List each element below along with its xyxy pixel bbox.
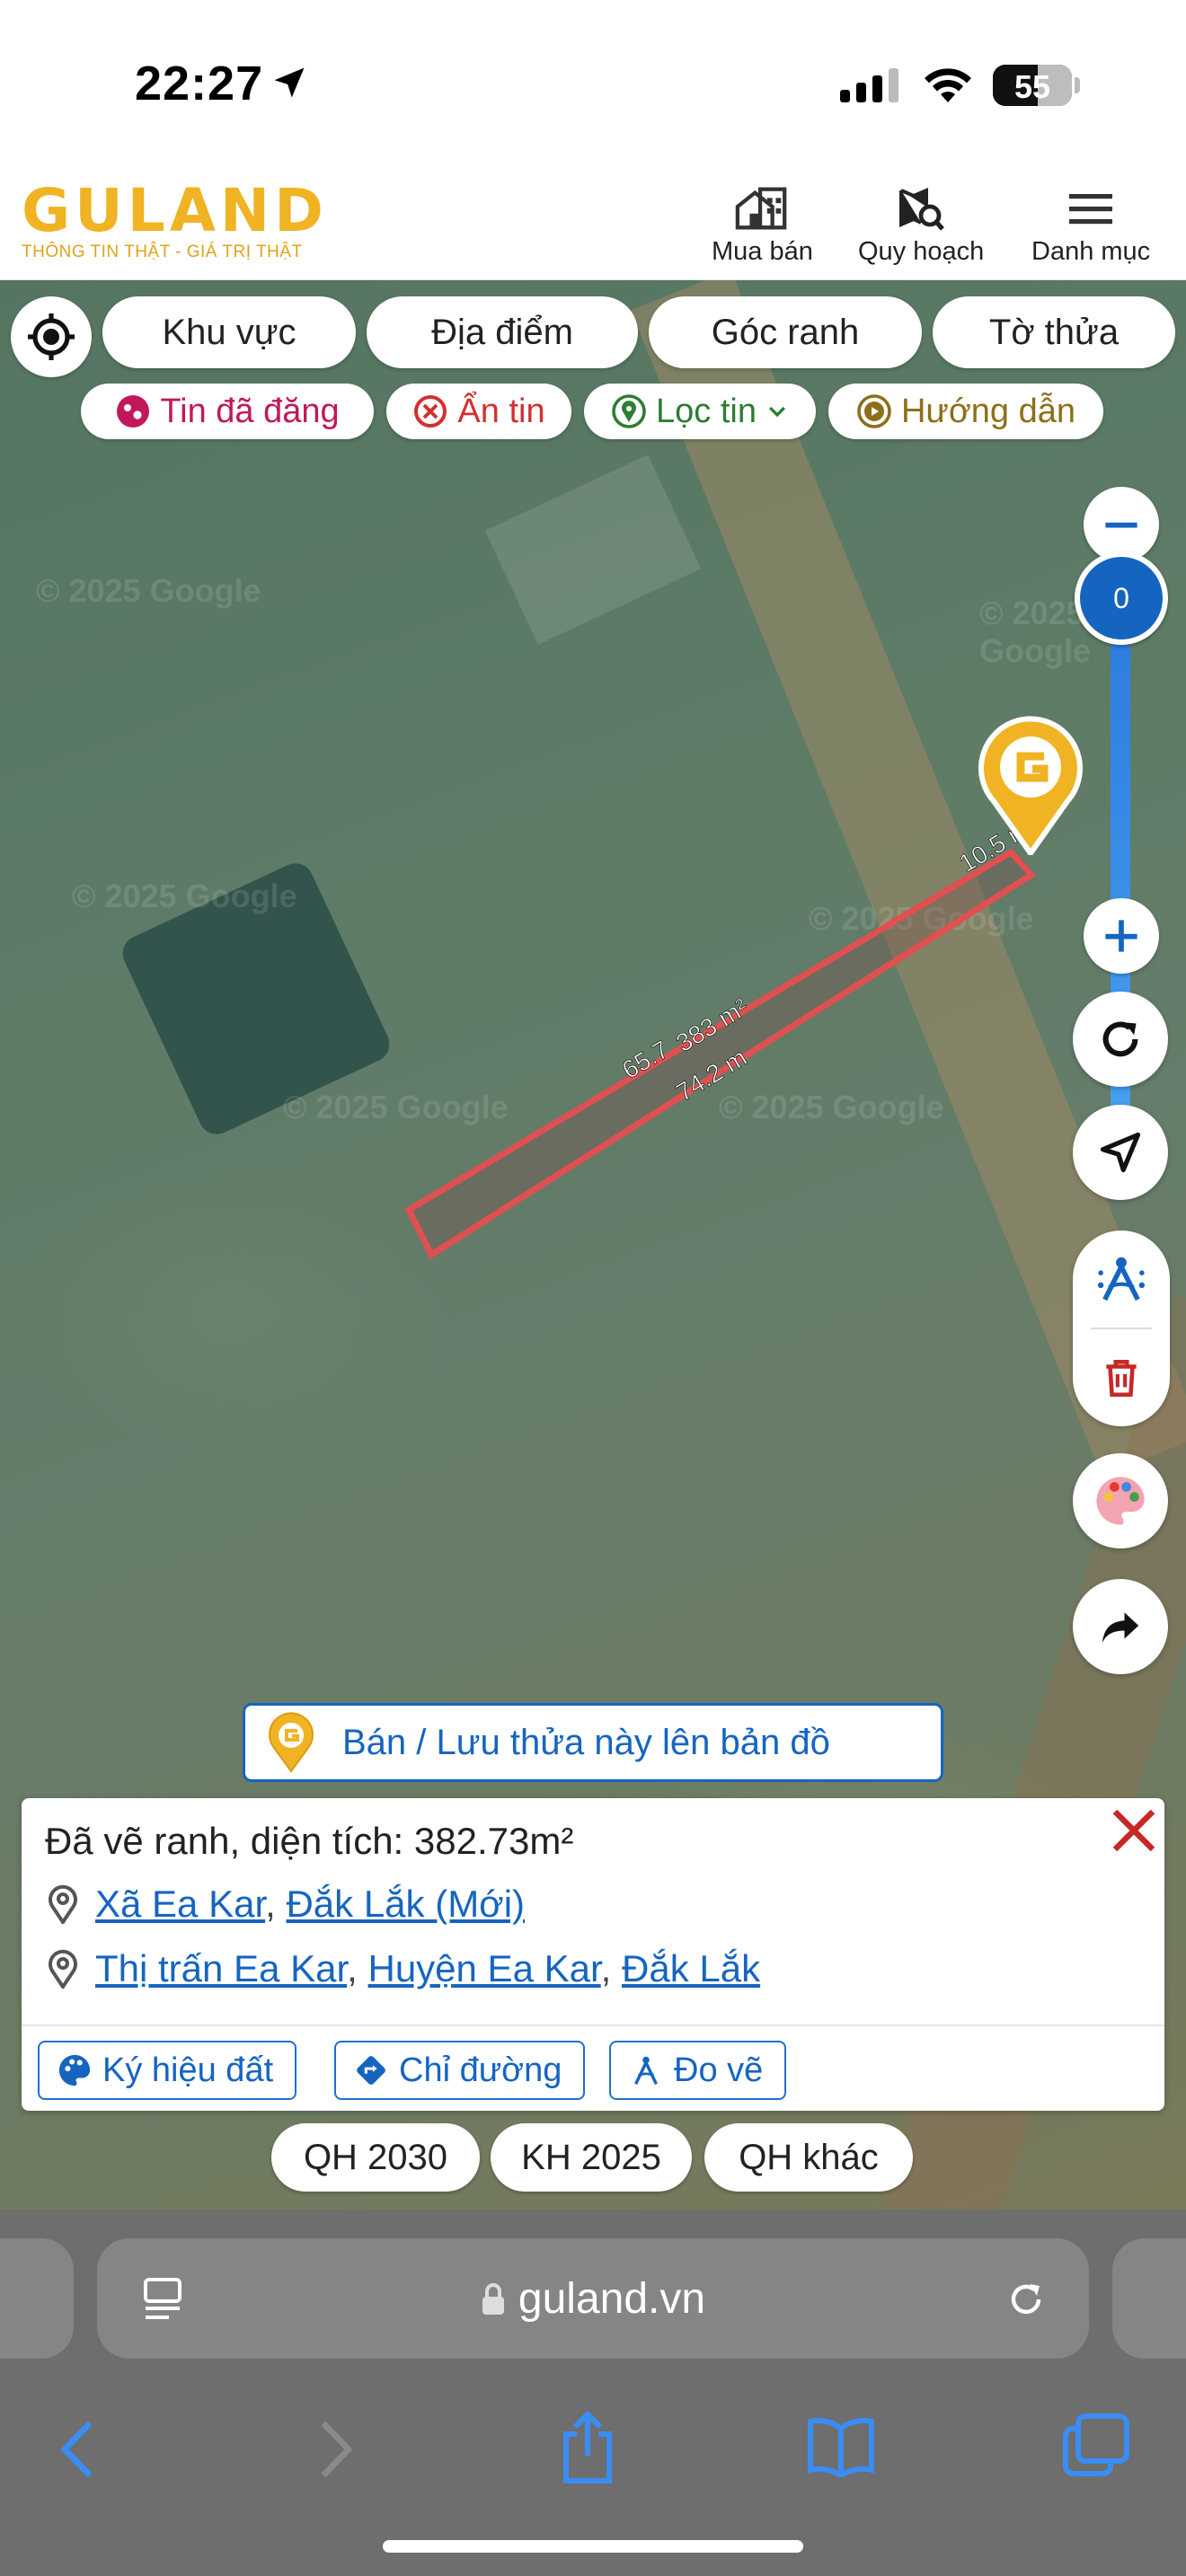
filter-guide[interactable]: Hướng dẫn — [828, 384, 1103, 439]
forward-icon[interactable] — [316, 2418, 356, 2481]
filter-label: Ẩn tin — [457, 392, 545, 430]
filter-loc-tin[interactable]: Lọc tin — [584, 384, 816, 439]
filter-label: Lọc tin — [656, 392, 757, 430]
nav-label: Quy hoạch — [858, 237, 985, 266]
tab-goc-ranh[interactable]: Góc ranh — [649, 296, 922, 368]
plan-kh-2025[interactable]: KH 2025 — [491, 2123, 692, 2192]
wifi-icon — [925, 68, 971, 102]
link-town[interactable]: Thị trấn Ea Kar — [95, 1947, 347, 1989]
tab-to-thua[interactable]: Tờ thửa — [933, 296, 1175, 368]
guide-play-icon — [857, 394, 891, 428]
filter-hide[interactable]: Ẩn tin — [386, 384, 571, 439]
draw-tools-group — [1073, 1231, 1170, 1426]
plus-icon — [1105, 920, 1137, 952]
my-location-button[interactable] — [11, 296, 92, 377]
navigate-button[interactable] — [1073, 1105, 1168, 1200]
bookmarks-icon[interactable] — [805, 2414, 877, 2477]
directions-button[interactable]: Chỉ đường — [334, 2041, 586, 2100]
share-button[interactable] — [1073, 1579, 1168, 1674]
address-new: Xã Ea Kar, Đắk Lắk (Mới) — [45, 1883, 525, 1926]
minus-icon — [1105, 522, 1137, 528]
guland-marker-icon[interactable] — [974, 711, 1087, 855]
crosshair-icon — [28, 313, 75, 360]
location-pin-icon — [49, 1949, 77, 1989]
link-commune-new[interactable]: Xã Ea Kar — [95, 1883, 265, 1925]
guland-logo[interactable]: GULAND THÔNG TIN THẬT - GIÁ TRỊ THẬT — [22, 181, 328, 262]
filter-label: Tin đã đăng — [160, 392, 340, 430]
status-time: 22:27 — [135, 57, 264, 110]
delete-drawing-button[interactable] — [1073, 1329, 1170, 1426]
menu-icon — [1069, 194, 1113, 225]
refresh-icon — [1102, 1021, 1138, 1057]
satellite-map[interactable]: © 2025 Google © 2025 Google © 2025 Googl… — [0, 280, 1186, 2210]
trash-icon — [1106, 1360, 1137, 1398]
status-bar: 22:27 55 — [0, 0, 1186, 171]
next-tab-preview[interactable] — [1112, 2238, 1186, 2359]
sell-button-label: Bán / Lưu thửa này lên bản đồ — [342, 1722, 830, 1762]
home-indicator — [383, 2540, 803, 2553]
tabs-icon[interactable] — [1060, 2411, 1132, 2479]
nav-label: Danh mục — [1031, 237, 1151, 266]
hide-icon — [414, 395, 447, 428]
compass-draw-icon — [634, 2056, 658, 2085]
app-header: GULAND THÔNG TIN THẬT - GIÁ TRỊ THẬT Mua… — [0, 171, 1186, 280]
measure-draw-button[interactable]: Đo vẽ — [609, 2041, 787, 2100]
draw-measure-button[interactable] — [1073, 1231, 1170, 1328]
directions-icon — [357, 2056, 385, 2085]
tool-label: Chỉ đường — [399, 2051, 562, 2089]
land-symbol-button[interactable]: Ký hiệu đất — [38, 2041, 297, 2100]
guland-pin-icon — [269, 1712, 314, 1773]
reload-icon[interactable] — [1005, 2278, 1048, 2321]
map-search-icon — [899, 187, 945, 231]
filter-pin-icon — [612, 394, 646, 428]
address-old: Thị trấn Ea Kar, Huyện Ea Kar, Đắk Lắk — [45, 1947, 760, 1990]
navigation-arrow-icon — [1100, 1132, 1141, 1173]
link-province-new[interactable]: Đắk Lắk (Mới) — [286, 1883, 525, 1925]
filter-posted[interactable]: Tin đã đăng — [81, 384, 374, 439]
land-symbol-palette-button[interactable] — [1073, 1453, 1168, 1548]
palette-icon — [1096, 1477, 1145, 1525]
logo-text: GULAND — [22, 176, 328, 245]
palette-icon — [58, 2054, 91, 2086]
link-province-old[interactable]: Đắk Lắk — [622, 1947, 760, 1989]
battery-level: 55 — [1013, 68, 1051, 105]
nav-mua-ban[interactable]: Mua bán — [712, 185, 813, 267]
nav-danh-muc[interactable]: Danh mục — [1031, 185, 1150, 267]
tab-khu-vuc[interactable]: Khu vực — [102, 296, 356, 368]
compass-draw-icon — [1097, 1257, 1146, 1301]
zoom-in-button[interactable] — [1084, 898, 1159, 974]
plan-qh-khac[interactable]: QH khác — [704, 2123, 913, 2192]
tool-label: Đo vẽ — [674, 2051, 764, 2089]
sell-save-parcel-button[interactable]: Bán / Lưu thửa này lên bản đồ — [243, 1703, 943, 1782]
safari-chrome: guland.vn — [0, 2210, 1186, 2576]
nav-quy-hoach[interactable]: Quy hoạch — [858, 185, 984, 267]
refresh-button[interactable] — [1073, 992, 1168, 1087]
chevron-down-icon — [768, 406, 785, 418]
house-icon — [736, 187, 787, 230]
parcel-area-title: Đã vẽ ranh, diện tích: 382.73m² — [45, 1820, 574, 1862]
link-district[interactable]: Huyện Ea Kar — [367, 1947, 600, 1989]
filter-label: Hướng dẫn — [900, 392, 1076, 430]
lock-icon — [482, 2283, 504, 2315]
parcel-info-panel: Đã vẽ ranh, diện tích: 382.73m² Xã Ea Ka… — [22, 1798, 1164, 2111]
tab-dia-diem[interactable]: Địa điểm — [367, 296, 638, 368]
share-icon[interactable] — [555, 2409, 620, 2484]
posted-icon — [117, 395, 150, 428]
zoom-slider-knob[interactable]: 0 — [1075, 551, 1168, 645]
share-arrow-icon — [1102, 1612, 1139, 1643]
url-text: guland.vn — [518, 2274, 706, 2323]
logo-slogan: THÔNG TIN THẬT - GIÁ TRỊ THẬT — [22, 243, 303, 261]
url-display: guland.vn — [97, 2238, 1089, 2359]
location-arrow-icon — [274, 67, 305, 98]
close-icon[interactable] — [1109, 1805, 1159, 1856]
location-pin-icon — [49, 1884, 77, 1924]
previous-tab-preview[interactable] — [0, 2238, 74, 2359]
battery-icon: 55 — [993, 65, 1072, 106]
back-icon[interactable] — [58, 2418, 97, 2481]
nav-label: Mua bán — [712, 237, 813, 266]
plan-qh-2030[interactable]: QH 2030 — [271, 2123, 480, 2192]
cellular-signal-icon — [840, 68, 898, 102]
address-bar[interactable]: guland.vn — [97, 2238, 1089, 2359]
tool-label: Ký hiệu đất — [102, 2051, 274, 2089]
